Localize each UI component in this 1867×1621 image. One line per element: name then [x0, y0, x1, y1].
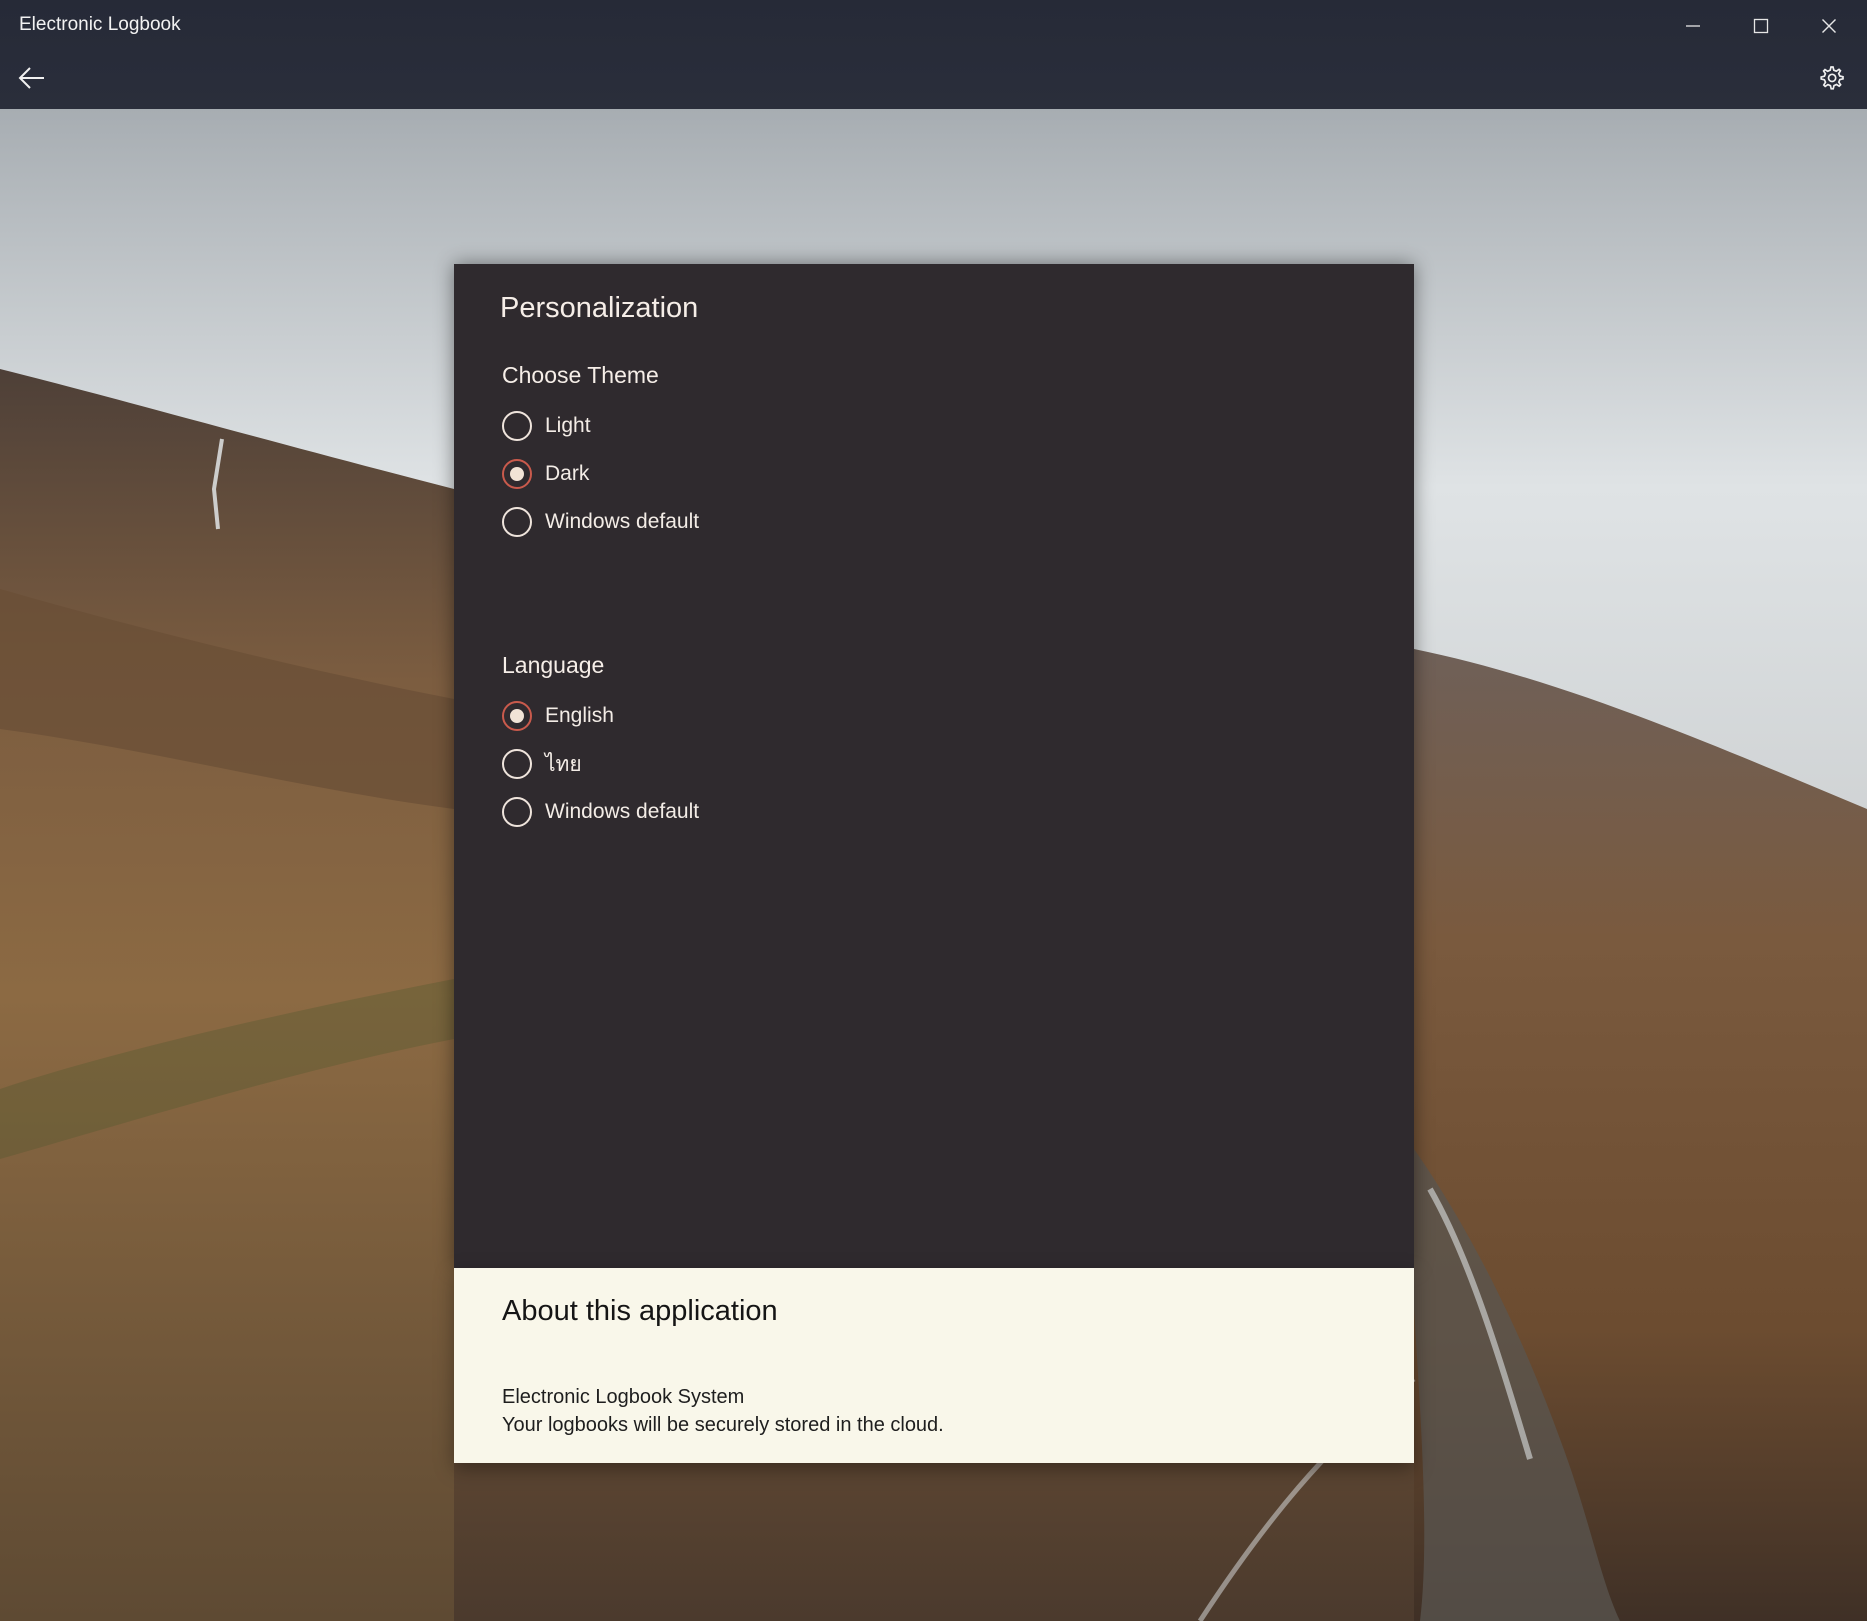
theme-heading: Choose Theme [502, 362, 659, 388]
app-window: Electronic Logbook Personalization Choos… [0, 0, 1867, 1621]
maximize-icon [1753, 18, 1769, 34]
radio-label: Windows default [545, 510, 700, 533]
radio-button[interactable] [502, 797, 532, 827]
language-option-thai[interactable]: ไทย [502, 746, 582, 782]
minimize-button[interactable] [1659, 0, 1727, 52]
radio-button-selected[interactable] [502, 701, 532, 731]
maximize-button[interactable] [1727, 0, 1795, 52]
title-bar: Electronic Logbook [0, 0, 1867, 109]
radio-label: Light [545, 414, 591, 437]
language-heading: Language [502, 652, 605, 678]
language-option-windows-default[interactable]: Windows default [502, 794, 699, 830]
radio-label: Dark [545, 462, 590, 485]
window-title: Electronic Logbook [19, 14, 181, 35]
minimize-icon [1685, 18, 1701, 34]
settings-button[interactable] [1809, 58, 1853, 102]
about-title: About this application [502, 1295, 778, 1327]
radio-button[interactable] [502, 749, 532, 779]
theme-option-windows-default[interactable]: Windows default [502, 504, 699, 540]
radio-label: English [545, 704, 614, 727]
back-arrow-icon [18, 66, 46, 94]
radio-button[interactable] [502, 507, 532, 537]
theme-option-light[interactable]: Light [502, 408, 591, 444]
close-button[interactable] [1795, 0, 1863, 52]
personalization-panel: Personalization Choose Theme Light Dark … [454, 264, 1414, 1268]
about-app-name: Electronic Logbook System [502, 1386, 745, 1408]
radio-button-selected[interactable] [502, 459, 532, 489]
page-title: Personalization [500, 292, 699, 324]
gear-icon [1817, 64, 1845, 96]
theme-option-dark[interactable]: Dark [502, 456, 589, 492]
language-option-english[interactable]: English [502, 698, 614, 734]
close-icon [1821, 18, 1837, 34]
radio-button[interactable] [502, 411, 532, 441]
about-description: Your logbooks will be securely stored in… [502, 1414, 944, 1436]
back-button[interactable] [10, 58, 54, 102]
radio-label: ไทย [545, 752, 582, 776]
radio-label: Windows default [545, 800, 700, 823]
about-panel: About this application Electronic Logboo… [454, 1268, 1414, 1463]
